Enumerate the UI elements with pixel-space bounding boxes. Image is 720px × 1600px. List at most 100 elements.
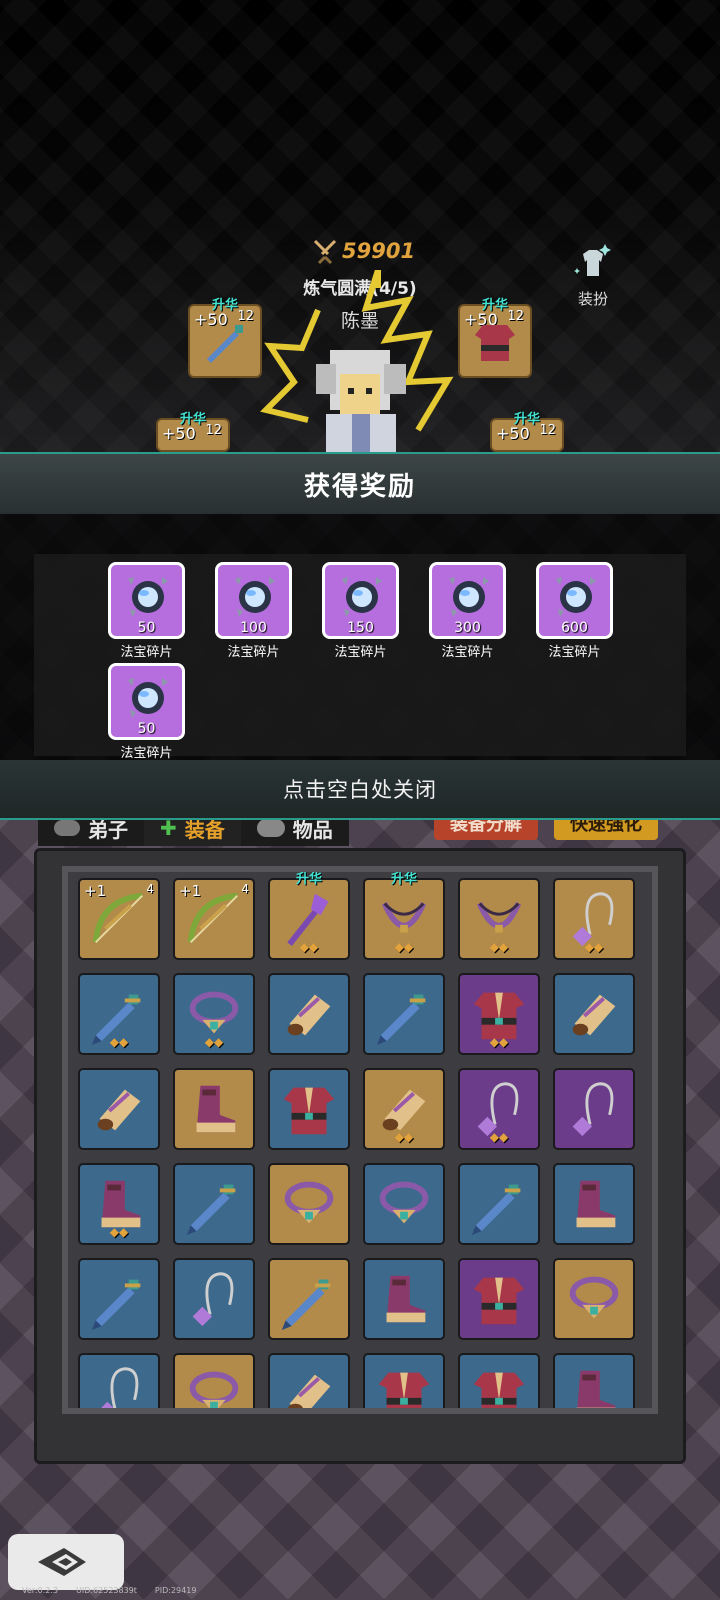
inventory-item[interactable] <box>173 1068 255 1150</box>
item-grade-badge: ◆◆ <box>489 940 509 954</box>
inventory-item[interactable]: +1 4 <box>173 878 255 960</box>
inventory-item[interactable]: ◆◆ <box>458 878 540 960</box>
reward-count: 100 <box>240 620 267 636</box>
reward-item[interactable]: 100 法宝碎片 <box>215 562 292 659</box>
inventory-item[interactable] <box>173 1258 255 1340</box>
combat-power: 59901 <box>312 238 415 264</box>
reward-icon-box: 300 <box>429 562 506 639</box>
reward-list: 50 法宝碎片 100 法宝碎片 150 法宝碎片 300 法宝碎片 600 法宝碎片 50 法宝碎片 <box>108 562 628 760</box>
reward-item[interactable]: 50 法宝碎片 <box>108 663 185 760</box>
back-button[interactable] <box>8 1534 124 1590</box>
reward-icon-box: 50 <box>108 562 185 639</box>
inventory-item[interactable] <box>458 1353 540 1408</box>
inventory-item[interactable]: ◆◆ <box>458 1068 540 1150</box>
robe-icon <box>473 1372 525 1408</box>
inventory-item[interactable] <box>458 1163 540 1245</box>
inventory-item[interactable] <box>268 1163 350 1245</box>
outfit-button[interactable]: 装扮 <box>568 242 618 309</box>
inventory-item[interactable] <box>78 1258 160 1340</box>
reward-count: 50 <box>137 721 156 737</box>
pendant-icon <box>192 1272 234 1327</box>
inventory-item[interactable]: ◆◆ <box>363 1068 445 1150</box>
inventory-item[interactable] <box>363 973 445 1055</box>
inventory-item[interactable] <box>553 1068 635 1150</box>
inventory-item[interactable] <box>268 973 350 1055</box>
inventory-grid-container[interactable]: +1 4 +1 4 升华 ◆◆ 升华 ◆◆ ◆◆ ◆◆ ◆◆ ◆◆ ◆◆ ◆◆ ◆◆ ◆◆ <box>62 866 658 1414</box>
character-sprite <box>316 350 406 452</box>
item-grade-badge: ◆◆ <box>204 1035 224 1049</box>
reward-name: 法宝碎片 <box>548 645 601 659</box>
reward-icon-box: 600 <box>536 562 613 639</box>
inventory-item[interactable]: 升华 ◆◆ <box>268 872 350 960</box>
close-hint-banner[interactable]: 点击空白处关闭 <box>0 760 720 820</box>
reward-name: 法宝碎片 <box>441 645 494 659</box>
reward-count: 150 <box>347 620 374 636</box>
inventory-item[interactable] <box>363 1353 445 1408</box>
amulet-icon <box>189 1371 239 1408</box>
inventory-item[interactable] <box>363 1163 445 1245</box>
inventory-item[interactable]: ◆◆ <box>458 973 540 1055</box>
sword-icon <box>281 1279 331 1331</box>
slot-plus-level: +50 <box>162 424 196 443</box>
inventory-item[interactable] <box>553 973 635 1055</box>
item-grade-badge: ◆◆ <box>109 1225 129 1239</box>
reward-item[interactable]: 150 法宝碎片 <box>322 562 399 659</box>
item-level: 4 <box>241 882 249 896</box>
bracer-icon <box>97 1089 141 1131</box>
reward-name: 法宝碎片 <box>120 746 173 760</box>
inventory-item[interactable] <box>553 1353 635 1408</box>
inventory-item[interactable] <box>173 1353 255 1408</box>
reward-item[interactable]: 600 法宝碎片 <box>536 562 613 659</box>
reward-icon-box: 50 <box>108 663 185 740</box>
reward-title-banner: 获得奖励 <box>0 452 720 514</box>
pendant-icon <box>572 1082 614 1137</box>
inventory-item[interactable] <box>553 1163 635 1245</box>
treasure-fragment-icon <box>127 577 168 618</box>
inventory-item[interactable] <box>553 1258 635 1340</box>
reward-item[interactable]: 300 法宝碎片 <box>429 562 506 659</box>
inventory-item[interactable] <box>268 1068 350 1150</box>
treasure-fragment-icon <box>234 577 275 618</box>
equip-slot-boots[interactable]: 升华 +50 12 <box>490 412 564 452</box>
outfit-label: 装扮 <box>577 290 608 308</box>
item-grade-badge: ◆◆ <box>394 940 414 954</box>
combat-power-value: 59901 <box>342 239 416 263</box>
sword-icon <box>207 325 243 363</box>
inventory-item[interactable]: ◆◆ <box>553 878 635 960</box>
reward-item[interactable]: 50 法宝碎片 <box>108 562 185 659</box>
inventory-item[interactable]: ◆◆ <box>78 1163 160 1245</box>
reward-name: 法宝碎片 <box>120 645 173 659</box>
boots-icon <box>576 1370 616 1408</box>
reward-name: 法宝碎片 <box>334 645 387 659</box>
item-plus-level: +1 <box>179 882 202 900</box>
equip-slot-armor[interactable]: 升华 +50 12 <box>458 298 532 378</box>
equip-slot-ring[interactable]: 升华 +50 12 <box>156 412 230 452</box>
inventory-item[interactable] <box>268 1258 350 1340</box>
pendant-icon <box>101 1367 139 1408</box>
inventory-item[interactable] <box>458 1258 540 1340</box>
inventory-item[interactable] <box>268 1353 350 1408</box>
slot-level: 12 <box>205 423 222 438</box>
item-grade-badge: ◆◆ <box>489 1130 509 1144</box>
inventory-item[interactable]: +1 4 <box>78 878 160 960</box>
inventory-item[interactable] <box>363 1258 445 1340</box>
boots-icon <box>196 1085 236 1133</box>
equip-slot-weapon[interactable]: 升华 +50 12 <box>188 298 262 378</box>
slot-level: 12 <box>539 423 556 438</box>
inventory-item[interactable] <box>173 1163 255 1245</box>
item-icon <box>256 819 285 837</box>
inventory-item[interactable] <box>78 1068 160 1150</box>
robe-icon <box>475 325 515 361</box>
inventory-item[interactable] <box>78 1353 160 1408</box>
boots-icon <box>576 1180 616 1228</box>
uid-text: UID:62523839t <box>75 1586 137 1595</box>
inventory-item[interactable]: ◆◆ <box>78 973 160 1055</box>
treasure-fragment-icon <box>448 577 489 618</box>
reward-icon-box: 150 <box>322 562 399 639</box>
sword-icon <box>186 1184 236 1236</box>
sublime-tag: 升华 <box>390 872 417 887</box>
inventory-item[interactable]: 升华 ◆◆ <box>363 872 445 960</box>
sublime-tag: 升华 <box>295 872 322 887</box>
inventory-item[interactable]: ◆◆ <box>173 973 255 1055</box>
amulet-icon <box>284 1181 334 1224</box>
